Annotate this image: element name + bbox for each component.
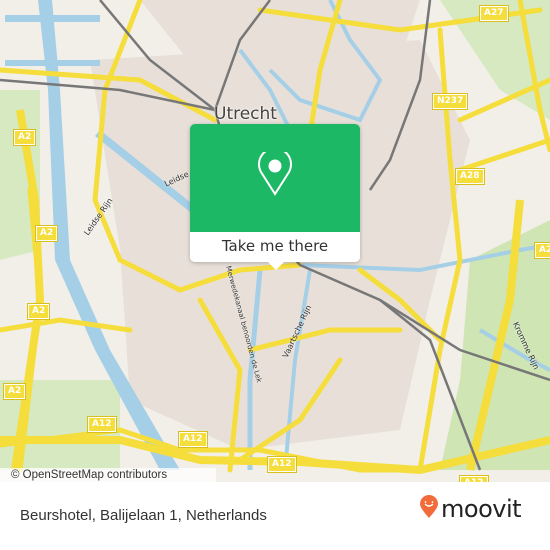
popup-header [190,124,360,232]
road-shield: A2 [2,383,27,400]
road-shield: A2 [26,303,51,320]
moovit-pin-icon [419,495,439,523]
road-shield: A27 [479,5,509,22]
road-shield: N237 [431,93,469,110]
road-shield: A12 [87,416,117,433]
address-text: Beurshotel, Balijelaan 1, Netherlands [20,507,267,524]
logo-text: moovit [441,495,522,523]
road-shield: A28 [455,168,485,185]
take-me-there-button[interactable]: Take me there [190,232,360,262]
road-shield: A12 [267,456,297,473]
road-shield: A12 [178,431,208,448]
location-popup: Take me there [190,124,360,262]
popup-tail [267,261,285,270]
road-shield: A2 [12,129,37,146]
city-label: Utrecht [214,104,277,124]
footer: Beurshotel, Balijelaan 1, Netherlands mo… [0,482,550,550]
attribution[interactable]: © OpenStreetMap contributors [0,468,216,482]
map-pin-icon [256,147,294,200]
road-shield: A2 [34,225,59,242]
road-shield: A27 [534,242,550,259]
moovit-logo[interactable]: moovit [419,495,522,523]
